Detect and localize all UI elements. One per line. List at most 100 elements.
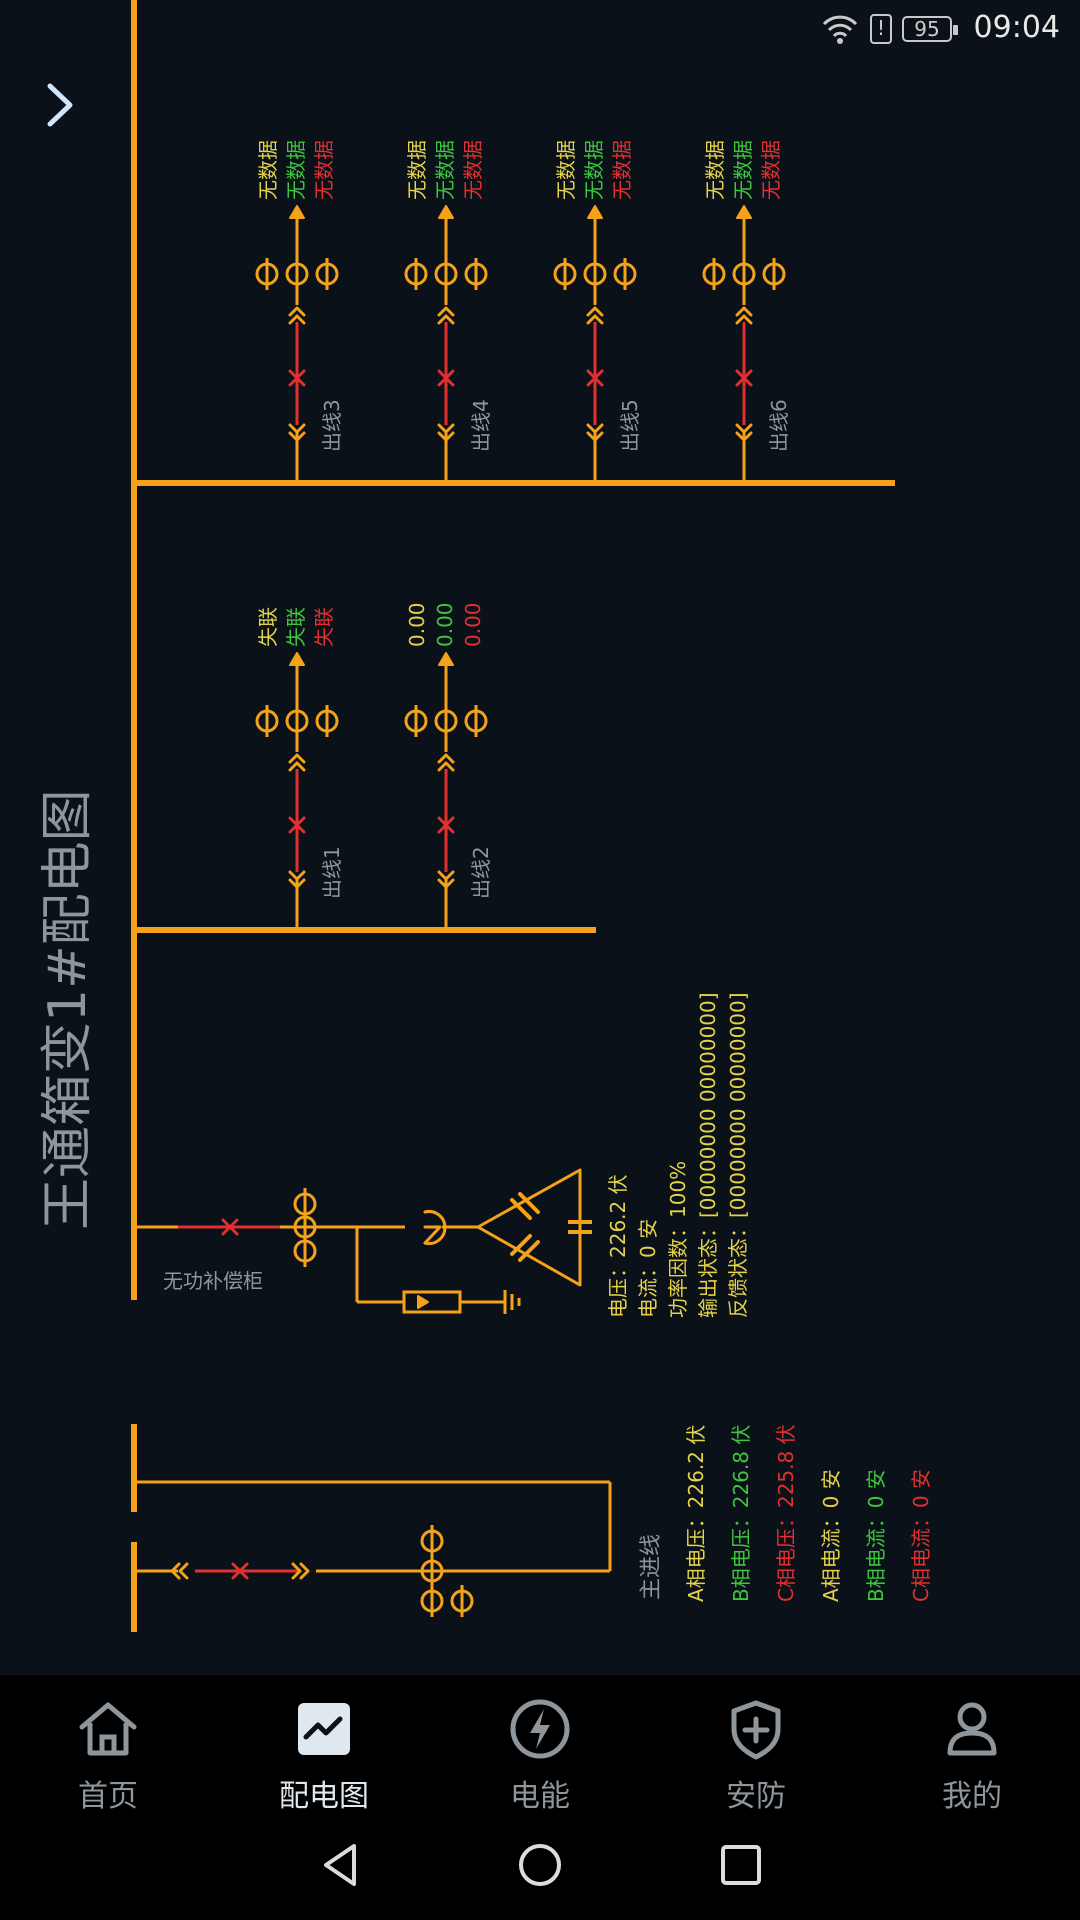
- feeder-top-chevron-top-1-2: [437, 306, 455, 317]
- feeder-mid-arrow-0: [289, 652, 305, 666]
- feeder-top-chevron-top-0: [288, 314, 306, 325]
- feeder-top-ct-b-1: [434, 258, 458, 290]
- system-back-button[interactable]: [316, 1840, 366, 1890]
- feeder-top-ct-a-2: [553, 258, 577, 290]
- comp-info-2: 功率因数：100%: [666, 1161, 690, 1318]
- system-recents-button[interactable]: [716, 1840, 766, 1890]
- feeder-top-ct-a-0: [255, 258, 279, 290]
- comp-info-3: 输出状态：[00000000 00000000]: [696, 992, 720, 1318]
- feeder-top-reading-3-1: 无数据: [731, 140, 755, 200]
- user-icon: [947, 1702, 997, 1756]
- feeder-top-chevron-bottom-1: [437, 423, 455, 434]
- feeder-top-chevron-top-0-2: [288, 306, 306, 317]
- feeder-top-chevron-bottom-3: [735, 423, 753, 434]
- feeder-mid-reading-1-0: 0.00: [405, 602, 429, 647]
- feeder-mid-reading-0-0: 失联: [256, 607, 280, 647]
- feeder-mid-reading-0-2: 失联: [312, 607, 336, 647]
- feeder-mid-arrow-1: [438, 652, 454, 666]
- feeder-top-ct-b-0: [285, 258, 309, 290]
- comp-fuse-box: [402, 1290, 462, 1314]
- system-home-button[interactable]: [515, 1840, 565, 1890]
- feeder-mid-reading-1-1: 0.00: [433, 602, 457, 647]
- chart-icon: [298, 1703, 350, 1755]
- nav-label-me: 我的: [942, 1779, 1002, 1814]
- incoming-reading-1: B相电压：226.8 伏: [729, 1425, 753, 1602]
- feeder-top-ct-c-3: [762, 258, 786, 290]
- feeder-mid-reading-0-1: 失联: [284, 607, 308, 647]
- feeder-top-reading-2-1: 无数据: [582, 140, 606, 200]
- feeder-mid-ct-c-1: [464, 705, 488, 737]
- incoming-reading-2: C相电压：225.8 伏: [774, 1424, 798, 1602]
- feeder-top-chevron-top-2-2: [586, 306, 604, 317]
- incoming-label: 主进线: [639, 1534, 664, 1600]
- feeder-mid-chevron-bottom-0: [288, 870, 306, 881]
- incoming-reading-0: A相电压：226.2 伏: [684, 1425, 708, 1602]
- feeder-mid-chevron-bottom-1: [437, 870, 455, 881]
- incoming-chevron-left: [178, 1562, 189, 1580]
- feeder-top-ct-c-0: [315, 258, 339, 290]
- feeder-top-ct-a-1: [404, 258, 428, 290]
- feeder-top-reading-3-2: 无数据: [759, 140, 783, 200]
- comp-capacitor-triangle: [476, 1168, 582, 1287]
- nav-label-diagram: 配电图: [279, 1779, 369, 1814]
- feeder-mid-reading-1-2: 0.00: [461, 602, 485, 647]
- feeder-top-reading-1-1: 无数据: [433, 140, 457, 200]
- feeder-top-chevron-bottom-0: [288, 423, 306, 434]
- feeder-mid-chevron-top-1: [437, 761, 455, 772]
- feeder-top-reading-1-0: 无数据: [405, 140, 429, 200]
- nav-item-energy[interactable]: 电能: [465, 1685, 615, 1845]
- lightning-icon: [510, 1699, 570, 1759]
- feeder-top-ct-b-3: [732, 258, 756, 290]
- nav-item-home[interactable]: 首页: [33, 1685, 183, 1845]
- incoming-chevron-right-2: [299, 1562, 310, 1580]
- comp-info-0: 电压：226.2 伏: [606, 1174, 630, 1318]
- feeder-top-arrow-1: [438, 205, 454, 219]
- nav-label-security: 安防: [726, 1779, 786, 1814]
- nav-item-diagram[interactable]: 配电图: [249, 1685, 399, 1845]
- feeder-mid-ct-b-1: [434, 705, 458, 737]
- feeder-mid-ct-a-0: [255, 705, 279, 737]
- feeder-top-chevron-top-3-2: [735, 306, 753, 317]
- incoming-reading-5: C相电流：0 安: [909, 1469, 933, 1602]
- feeder-top-label-0: 出线3: [320, 399, 344, 452]
- feeder-top-reading-1-2: 无数据: [461, 140, 485, 200]
- comp-capacitor-plate-3: [510, 1192, 540, 1220]
- feeder-top-reading-2-2: 无数据: [610, 140, 634, 200]
- feeder-mid-chevron-top-0: [288, 761, 306, 772]
- incoming-reading-4: B相电流：0 安: [864, 1469, 888, 1602]
- feeder-top-chevron-top-3: [735, 314, 753, 325]
- comp-info-4: 反馈状态：[00000000 00000000]: [726, 992, 750, 1318]
- feeder-mid-ct-b-0: [285, 705, 309, 737]
- distribution-diagram: 出线3无数据 无数据 无数据出线4无数据 无数据 无数据出线5无数据 无数据 无数据出线6无…: [131, 0, 933, 1632]
- incoming-ct-d: [450, 1585, 474, 1617]
- feeder-mid-chevron-top-1-2: [437, 753, 455, 764]
- feeder-top-chevron-bottom-2: [586, 423, 604, 434]
- feeder-top-arrow-0: [289, 205, 305, 219]
- feeder-top-reading-2-0: 无数据: [554, 140, 578, 200]
- feeder-top-arrow-3: [736, 205, 752, 219]
- nav-item-security[interactable]: 安防: [681, 1685, 831, 1845]
- feeder-top-reading-0-1: 无数据: [284, 140, 308, 200]
- nav-label-energy: 电能: [510, 1779, 570, 1814]
- feeder-top-ct-b-2: [583, 258, 607, 290]
- feeder-mid-label-1: 出线2: [469, 846, 493, 899]
- incoming-reading-3: A相电流：0 安: [819, 1469, 843, 1602]
- nav-item-me[interactable]: 我的: [897, 1685, 1047, 1845]
- feeder-mid-chevron-top-0-2: [288, 753, 306, 764]
- feeder-top-arrow-2: [587, 205, 603, 219]
- comp-info-1: 电流：0 安: [636, 1219, 660, 1318]
- incoming-ct-c: [420, 1585, 444, 1617]
- feeder-top-ct-c-2: [613, 258, 637, 290]
- feeder-top-reading-0-0: 无数据: [256, 140, 280, 200]
- incoming-ct-a: [420, 1525, 444, 1557]
- feeder-mid-ct-c-0: [315, 705, 339, 737]
- nav-label-home: 首页: [78, 1779, 138, 1814]
- feeder-top-chevron-top-1: [437, 314, 455, 325]
- feeder-top-ct-a-3: [702, 258, 726, 290]
- feeder-top-label-1: 出线4: [469, 399, 493, 452]
- feeder-top-label-3: 出线6: [767, 399, 791, 452]
- feeder-mid-label-0: 出线1: [320, 846, 344, 899]
- comp-fuse-diode: [417, 1295, 429, 1309]
- feeder-top-label-2: 出线5: [618, 399, 642, 452]
- feeder-top-chevron-top-2: [586, 314, 604, 325]
